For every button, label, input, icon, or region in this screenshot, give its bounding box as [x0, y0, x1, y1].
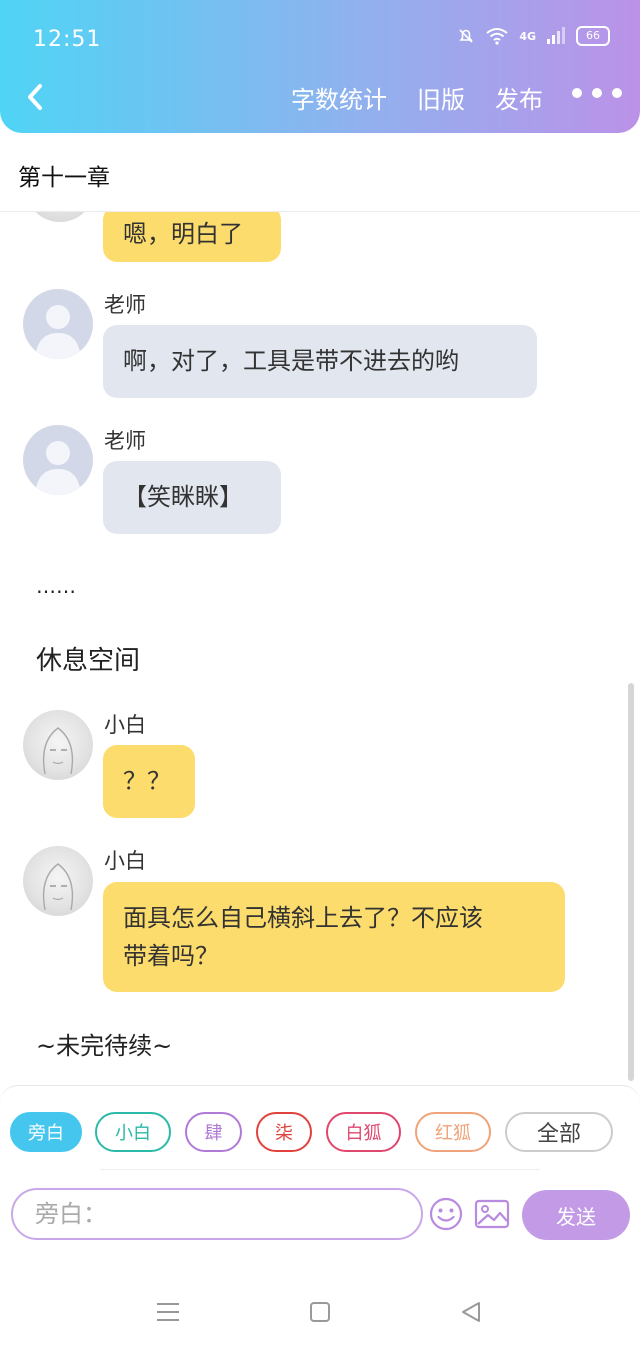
- message-bubble[interactable]: 嗯，明白了: [103, 212, 281, 262]
- status-time: 12:51: [33, 27, 102, 52]
- status-icons: 4G 66: [457, 26, 610, 46]
- signal-icon: [547, 27, 565, 44]
- back-arrow-icon[interactable]: [22, 80, 52, 114]
- avatar-xiaobai[interactable]: [23, 846, 93, 916]
- narration-text[interactable]: ~未完待续~: [36, 1026, 172, 1061]
- speaker-name: 小白: [104, 849, 146, 873]
- message-input[interactable]: [11, 1188, 423, 1240]
- message-bubble[interactable]: ？？: [103, 745, 195, 818]
- character-chip-si[interactable]: 肆: [185, 1112, 242, 1152]
- more-dot: [592, 88, 602, 98]
- character-chip-qi[interactable]: 柒: [256, 1112, 312, 1152]
- character-chip-xiaobai[interactable]: 小白: [95, 1112, 171, 1152]
- all-characters-button[interactable]: 全部: [505, 1112, 613, 1152]
- app-header: 12:51 4G 66 字数统计 旧版 发布: [0, 0, 640, 133]
- sketch-portrait-icon: [42, 863, 74, 911]
- bell-muted-icon: [459, 29, 473, 43]
- avatar-teacher[interactable]: [23, 289, 93, 359]
- speaker-name: 老师: [104, 429, 146, 453]
- publish-button[interactable]: 发布: [495, 80, 543, 115]
- send-button[interactable]: 发送: [522, 1190, 630, 1240]
- more-options-button[interactable]: [572, 88, 622, 98]
- message-line: 面具怎么自己横斜上去了？不应该: [123, 904, 483, 932]
- battery-indicator: 66: [576, 26, 610, 46]
- narration-text[interactable]: ……: [36, 574, 76, 598]
- avatar-teacher[interactable]: [23, 425, 93, 495]
- divider: [100, 1169, 540, 1170]
- wifi-icon: [486, 28, 508, 45]
- composer-panel: 旁白 小白 肆 柒 白狐 红狐 全部 发送: [0, 1085, 640, 1246]
- message-line: 带着吗？: [123, 942, 219, 970]
- image-icon[interactable]: [474, 1196, 510, 1232]
- narration-text[interactable]: 休息空间: [36, 640, 140, 677]
- message-bubble[interactable]: 啊，对了，工具是带不进去的哟: [103, 325, 537, 398]
- speaker-name: 小白: [104, 713, 146, 737]
- chapter-title[interactable]: 第十一章: [18, 158, 110, 192]
- scrollbar[interactable]: [628, 683, 634, 1081]
- more-dot: [612, 88, 622, 98]
- avatar-xiaobai[interactable]: [25, 212, 95, 222]
- word-count-button[interactable]: 字数统计: [291, 80, 387, 115]
- system-navigation-bar: [0, 1245, 640, 1351]
- menu-icon[interactable]: [155, 1301, 181, 1323]
- message-bubble[interactable]: 【笑眯眯】: [103, 461, 281, 534]
- chapter-bar: 第十一章: [0, 133, 640, 212]
- back-triangle-icon[interactable]: [459, 1300, 483, 1324]
- sketch-portrait-icon: [44, 212, 76, 213]
- character-chip-red-fox[interactable]: 红狐: [415, 1112, 491, 1152]
- default-avatar-icon: [35, 305, 81, 359]
- speaker-name: 老师: [104, 293, 146, 317]
- character-chip-narration[interactable]: 旁白: [10, 1112, 82, 1152]
- sketch-portrait-icon: [42, 727, 74, 775]
- more-dot: [572, 88, 582, 98]
- message-bubble[interactable]: 面具怎么自己横斜上去了？不应该 带着吗？: [103, 882, 565, 992]
- network-type: 4G: [519, 29, 536, 43]
- chat-list[interactable]: 嗯，明白了 老师 啊，对了，工具是带不进去的哟 老师 【笑眯眯】 …… 休息空间…: [0, 212, 640, 1084]
- character-chip-white-fox[interactable]: 白狐: [326, 1112, 401, 1152]
- avatar-xiaobai[interactable]: [23, 710, 93, 780]
- old-version-button[interactable]: 旧版: [417, 80, 465, 115]
- default-avatar-icon: [35, 441, 81, 495]
- home-square-icon[interactable]: [309, 1301, 331, 1323]
- smiley-icon[interactable]: [428, 1196, 464, 1232]
